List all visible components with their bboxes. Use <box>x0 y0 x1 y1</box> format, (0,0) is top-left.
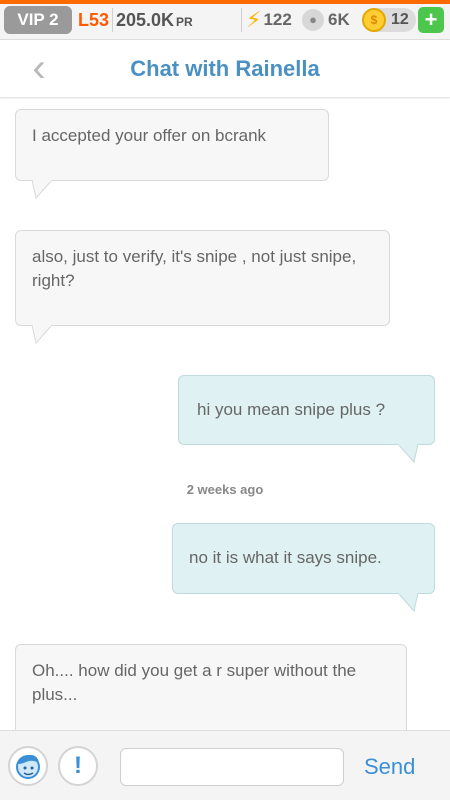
pr-unit: PR <box>176 15 193 29</box>
coin-counter[interactable]: $ 12 <box>362 8 416 32</box>
message-text: no it is what it says snipe. <box>189 548 382 567</box>
avatar-button[interactable] <box>8 746 48 786</box>
status-bar-accent <box>0 0 450 4</box>
report-alert-button[interactable]: ! <box>58 746 98 786</box>
exclamation-icon: ! <box>74 752 82 779</box>
energy-counter[interactable]: ⚡ 122 <box>246 8 292 32</box>
divider <box>241 8 242 32</box>
back-chevron-icon[interactable]: ‹ <box>24 48 54 88</box>
lightning-icon: ⚡ <box>246 7 262 32</box>
message-list[interactable]: I accepted your offer on bcrank also, ju… <box>0 99 450 730</box>
message-input[interactable] <box>120 748 344 786</box>
message-bubble-received: I accepted your offer on bcrank <box>15 109 329 181</box>
avatar-face-icon <box>16 754 40 779</box>
coin-icon: $ <box>362 8 386 32</box>
add-coins-button[interactable]: + <box>418 7 444 33</box>
message-bubble-sent: no it is what it says snipe. <box>172 523 435 594</box>
page-title: Chat with Rainella <box>130 56 320 81</box>
paw-icon: ● <box>302 9 324 31</box>
pr-value: 205.0K <box>116 10 175 30</box>
pr-counter: 205.0K PR <box>116 8 193 34</box>
paw-counter[interactable]: ● 6K <box>302 9 350 31</box>
energy-value: 122 <box>263 10 292 29</box>
bubble-tail <box>397 444 418 464</box>
message-timestamp: 2 weeks ago <box>186 482 264 497</box>
message-bubble-received: Oh.... how did you get a r super without… <box>15 644 407 730</box>
message-bubble-received: also, just to verify, it's snipe , not j… <box>15 230 390 326</box>
vip-badge[interactable]: VIP 2 <box>4 6 72 34</box>
paw-value: 6K <box>328 10 350 29</box>
send-button[interactable]: Send <box>364 753 415 781</box>
bubble-tail <box>32 325 53 345</box>
player-level: L53 <box>78 10 110 30</box>
status-bar: VIP 2 L53 205.0K PR ⚡ 122 ● 6K $ 12 + <box>0 0 450 40</box>
message-text: also, just to verify, it's snipe , not j… <box>32 247 357 290</box>
divider <box>112 8 113 32</box>
message-text: I accepted your offer on bcrank <box>32 126 267 145</box>
chat-header: Chat with Rainella ‹ <box>0 40 450 98</box>
message-text: hi you mean snipe plus ? <box>197 400 386 419</box>
coin-value: 12 <box>391 11 409 28</box>
message-text: Oh.... how did you get a r super without… <box>32 661 357 704</box>
bubble-tail <box>397 593 418 613</box>
chat-input-bar: ! Send <box>0 730 450 800</box>
bubble-tail <box>32 180 53 200</box>
message-bubble-sent: hi you mean snipe plus ? <box>178 375 435 445</box>
